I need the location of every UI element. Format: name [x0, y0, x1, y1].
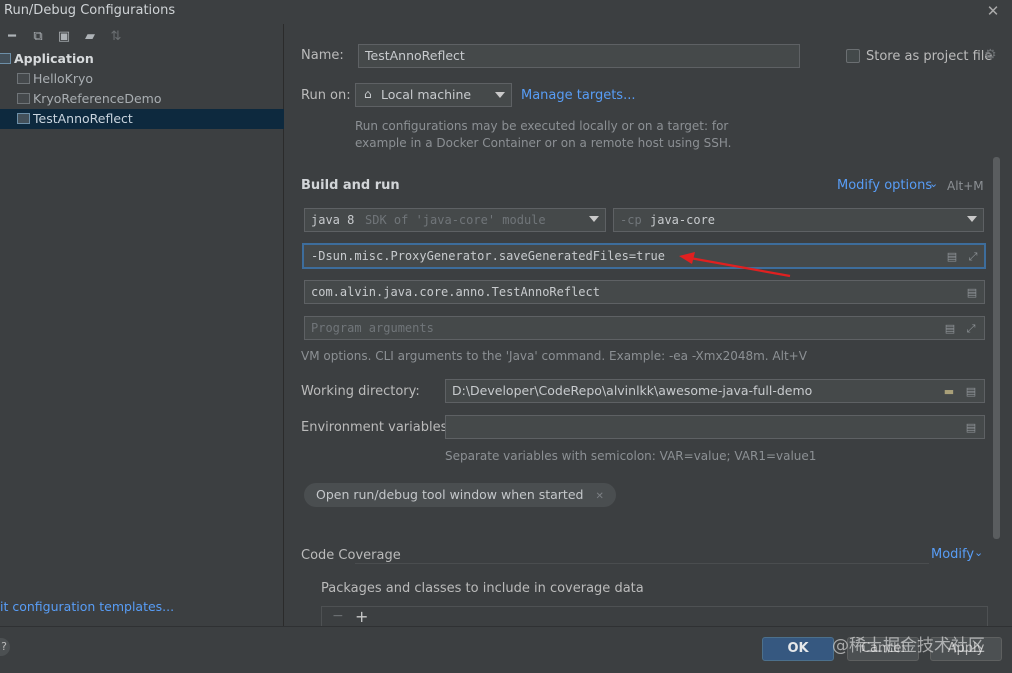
- arrow-head: [679, 252, 695, 264]
- vertical-scrollbar[interactable]: [993, 157, 1000, 539]
- folder-icon[interactable]: ▬: [942, 384, 956, 399]
- annotation-arrow: [679, 252, 791, 278]
- run-on-dropdown[interactable]: ⌂ Local machine: [355, 83, 512, 107]
- tree-item-label: KryoReferenceDemo: [33, 91, 162, 106]
- chevron-down-icon: ⌄: [974, 546, 984, 559]
- name-value: TestAnnoReflect: [365, 48, 465, 63]
- run-config-icon: [17, 93, 30, 104]
- minus-icon[interactable]: ━: [4, 29, 20, 45]
- home-icon: ⌂: [364, 87, 372, 101]
- run-on-hint-line1: Run configurations may be executed local…: [355, 119, 729, 133]
- open-tool-window-label: Open run/debug tool window when started: [316, 487, 584, 502]
- document-icon[interactable]: ▤: [965, 285, 979, 300]
- modify-link[interactable]: Modify: [931, 547, 974, 562]
- chevron-down-icon: [967, 216, 977, 222]
- run-on-label: Run on:: [301, 88, 351, 103]
- run-config-icon: [17, 113, 30, 124]
- working-directory-value: D:\Developer\CodeRepo\alvinlkk\awesome-j…: [452, 383, 813, 398]
- remove-entry-icon[interactable]: −: [332, 608, 344, 624]
- chevron-down-icon: [589, 216, 599, 222]
- cp-flag: -cp: [620, 213, 642, 227]
- document-icon[interactable]: ▤: [964, 384, 978, 399]
- chevron-down-icon: ⌄: [929, 177, 939, 190]
- run-on-hint-line2: example in a Docker Container or on a re…: [355, 136, 732, 150]
- help-icon: ?: [1, 640, 7, 653]
- document-icon[interactable]: ▤: [964, 420, 978, 435]
- jdk-dropdown[interactable]: java 8 SDK of 'java-core' module: [304, 208, 606, 232]
- code-coverage-title: Code Coverage: [301, 548, 401, 563]
- open-tool-window-option[interactable]: Open run/debug tool window when started …: [304, 483, 616, 507]
- tree-item-label: TestAnnoReflect: [33, 111, 133, 126]
- working-directory-field[interactable]: D:\Developer\CodeRepo\alvinlkk\awesome-j…: [445, 379, 985, 403]
- arrow-shaft: [689, 256, 791, 278]
- environment-variables-label: Environment variables:: [301, 420, 452, 435]
- manage-targets-link[interactable]: Manage targets...: [521, 88, 635, 103]
- close-icon[interactable]: ✕: [985, 0, 1001, 22]
- title-bar: Run/Debug Configurations ✕: [0, 0, 1012, 24]
- window-title: Run/Debug Configurations: [4, 3, 176, 18]
- edit-templates-link[interactable]: it configuration templates...: [0, 599, 174, 614]
- program-arguments-placeholder: Program arguments: [311, 321, 434, 335]
- cp-value: java-core: [650, 213, 716, 227]
- classpath-dropdown[interactable]: -cp java-core: [613, 208, 984, 232]
- program-arguments-field[interactable]: Program arguments ▤ ⤢: [304, 316, 985, 340]
- ok-button[interactable]: OK: [762, 637, 834, 661]
- store-as-project-checkbox[interactable]: [846, 49, 860, 63]
- main-class-field[interactable]: com.alvin.java.core.anno.TestAnnoReflect…: [304, 280, 985, 304]
- jdk-version: java 8: [311, 213, 355, 227]
- remove-icon[interactable]: ✕: [595, 491, 603, 502]
- tree-item-label: HelloKryo: [33, 71, 94, 86]
- chevron-down-icon: [495, 92, 505, 98]
- tree-item-testannoreflect[interactable]: TestAnnoReflect: [0, 109, 284, 129]
- vm-options-hint: VM options. CLI arguments to the 'Java' …: [301, 349, 807, 363]
- tree-item-label: Application: [14, 51, 94, 66]
- working-directory-label: Working directory:: [301, 384, 420, 399]
- expand-icon[interactable]: ⤢: [964, 321, 978, 336]
- main-class-value: com.alvin.java.core.anno.TestAnnoReflect: [311, 285, 600, 299]
- save-icon[interactable]: ▣: [56, 29, 72, 45]
- sort-icon[interactable]: ⇅: [108, 29, 124, 45]
- copy-icon[interactable]: ⧉: [30, 29, 46, 45]
- vm-options-value: -Dsun.misc.ProxyGenerator.saveGeneratedF…: [311, 249, 666, 263]
- environment-variables-field[interactable]: ▤: [445, 415, 985, 439]
- name-label: Name:: [301, 48, 344, 63]
- run-config-icon: [17, 73, 30, 84]
- modify-options-link[interactable]: Modify options: [837, 178, 932, 193]
- modify-shortcut: Alt+M: [947, 179, 984, 193]
- new-folder-icon[interactable]: ▰: [82, 29, 98, 45]
- environment-variables-hint: Separate variables with semicolon: VAR=v…: [445, 449, 817, 463]
- tree-item-application[interactable]: Application: [0, 49, 284, 69]
- coverage-list-toolbar: − +: [321, 606, 988, 628]
- document-icon[interactable]: ▤: [945, 249, 959, 264]
- add-entry-icon[interactable]: +: [355, 607, 368, 626]
- name-field[interactable]: TestAnnoReflect: [358, 44, 800, 68]
- build-and-run-title: Build and run: [301, 178, 400, 193]
- jdk-description: SDK of 'java-core' module: [365, 213, 546, 227]
- application-icon: [0, 53, 11, 64]
- expand-icon[interactable]: ⤢: [966, 249, 980, 264]
- tree-item-hellokryo[interactable]: HelloKryo: [0, 69, 284, 89]
- coverage-packages-label: Packages and classes to include in cover…: [321, 581, 644, 596]
- watermark: @稀土掘金技术社区: [832, 636, 985, 656]
- store-label: Store as project file: [866, 49, 993, 64]
- tree-item-kryoreferencedemo[interactable]: KryoReferenceDemo: [0, 89, 284, 109]
- divider: [355, 563, 929, 564]
- run-on-value: Local machine: [381, 87, 472, 102]
- vm-options-field[interactable]: -Dsun.misc.ProxyGenerator.saveGeneratedF…: [302, 243, 986, 269]
- document-icon[interactable]: ▤: [943, 321, 957, 336]
- gear-icon[interactable]: ⚙: [984, 47, 997, 63]
